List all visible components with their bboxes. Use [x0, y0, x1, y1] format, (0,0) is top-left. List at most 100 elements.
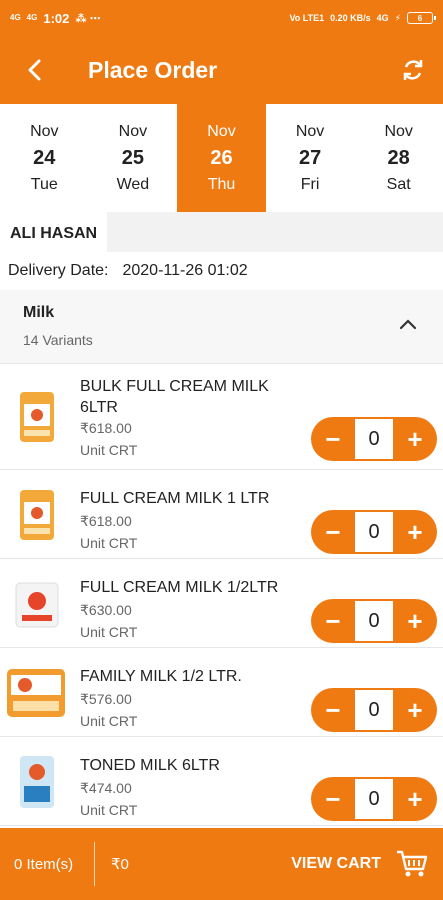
product-price: ₹618.00 [80, 420, 132, 436]
list-item: TONED MILK 6LTR ₹474.00 Unit CRT − 0 + [0, 737, 443, 826]
cart-total: ₹0 [111, 856, 129, 873]
refresh-icon [403, 60, 423, 80]
battery-icon: 6 [407, 12, 436, 24]
quantity-input[interactable]: 0 [355, 419, 393, 459]
decrement-button[interactable]: − [311, 510, 355, 554]
signal-indicator-2: 4G [26, 13, 38, 22]
product-unit: Unit CRT [80, 535, 138, 551]
product-price: ₹576.00 [80, 691, 132, 707]
net-speed: 0.20 KB/s [330, 13, 371, 23]
customer-name: ALI HASAN [0, 212, 108, 252]
date-weekday: Thu [207, 175, 236, 193]
product-image [8, 388, 66, 446]
clock: 1:02 [43, 10, 70, 26]
decrement-button[interactable]: − [311, 599, 355, 643]
app-bar: Place Order [0, 36, 443, 104]
cart-bar: 0 Item(s) ₹0 VIEW CART [0, 828, 443, 900]
quantity-input[interactable]: 0 [355, 601, 393, 641]
battery-level: 6 [417, 13, 423, 23]
category-header-milk[interactable]: Milk 14 Variants [0, 290, 443, 364]
date-month: Nov [118, 122, 148, 140]
signal-indicator: 4G [10, 13, 21, 22]
date-day: 24 [33, 146, 56, 169]
notification-icons: ⁂ ⋯ [75, 12, 101, 25]
quantity-stepper: − 0 + [311, 688, 437, 732]
category-variant-count: 14 Variants [23, 332, 93, 348]
date-tab-28[interactable]: Nov 28 Sat [354, 104, 443, 212]
list-item: FAMILY MILK 1/2 LTR. ₹576.00 Unit CRT − … [0, 648, 443, 737]
date-month: Nov [30, 122, 59, 140]
product-price: ₹630.00 [80, 602, 132, 618]
quantity-input[interactable]: 0 [355, 512, 393, 552]
delivery-date-row: Delivery Date: 2020-11-26 01:02 [0, 252, 443, 290]
cart-item-count: 0 Item(s) [14, 855, 74, 873]
date-weekday: Tue [30, 175, 58, 193]
refresh-button[interactable] [383, 36, 443, 104]
increment-button[interactable]: + [393, 777, 437, 821]
date-tab-25[interactable]: Nov 25 Wed [89, 104, 178, 212]
view-cart-label: VIEW CART [291, 855, 381, 872]
increment-button[interactable]: + [393, 510, 437, 554]
decrement-button[interactable]: − [311, 688, 355, 732]
date-month: Nov [295, 122, 325, 140]
product-name: BULK FULL CREAM MILK 6LTR [80, 378, 269, 416]
product-unit: Unit CRT [80, 624, 138, 640]
date-weekday: Wed [116, 175, 150, 193]
charging-icon: ⚡ [394, 12, 401, 23]
increment-button[interactable]: + [393, 599, 437, 643]
delivery-date-value: 2020-11-26 01:02 [122, 262, 248, 279]
product-image [8, 753, 66, 811]
network-type: 4G [376, 13, 389, 23]
increment-button[interactable]: + [393, 688, 437, 732]
quantity-stepper: − 0 + [311, 777, 437, 821]
product-name: FAMILY MILK 1/2 LTR. [80, 668, 242, 685]
quantity-stepper: − 0 + [311, 510, 437, 554]
view-cart-button[interactable]: VIEW CART [291, 849, 443, 879]
date-weekday: Sat [386, 175, 411, 193]
date-day: 28 [387, 146, 410, 169]
chevron-up-icon[interactable] [399, 318, 417, 330]
page-title: Place Order [88, 56, 218, 83]
cart-icon [397, 850, 428, 877]
date-day: 25 [121, 146, 145, 169]
delivery-date-label: Delivery Date: [8, 262, 109, 279]
date-weekday: Fri [300, 175, 320, 193]
product-image [8, 486, 66, 544]
date-tab-24[interactable]: Nov 24 Tue [0, 104, 89, 212]
product-unit: Unit CRT [80, 442, 138, 458]
date-day: 27 [298, 146, 322, 169]
status-bar: 4G 4G 1:02 ⁂ ⋯ Vo LTE1 0.20 KB/s 4G ⚡ 6 [0, 0, 443, 36]
quantity-input[interactable]: 0 [355, 690, 393, 730]
product-list: BULK FULL CREAM MILK 6LTR ₹618.00 Unit C… [0, 364, 443, 826]
customer-row: ALI HASAN [0, 212, 443, 252]
category-name: Milk [23, 304, 55, 321]
product-unit: Unit CRT [80, 713, 138, 729]
product-price: ₹618.00 [80, 513, 132, 529]
back-button[interactable] [0, 36, 70, 104]
date-month: Nov [207, 122, 236, 140]
date-month: Nov [384, 122, 413, 140]
quantity-stepper: − 0 + [311, 417, 437, 461]
product-image [4, 664, 68, 722]
divider [94, 842, 95, 886]
list-item: FULL CREAM MILK 1 LTR ₹618.00 Unit CRT −… [0, 470, 443, 559]
date-selector: Nov 24 Tue Nov 25 Wed Nov 26 Thu Nov 27 … [0, 104, 443, 212]
quantity-stepper: − 0 + [311, 599, 437, 643]
date-tab-26-selected[interactable]: Nov 26 Thu [177, 104, 266, 212]
back-arrow-icon [28, 59, 41, 81]
date-tab-27[interactable]: Nov 27 Fri [266, 104, 355, 212]
product-image [8, 575, 66, 633]
product-unit: Unit CRT [80, 802, 138, 818]
list-item: FULL CREAM MILK 1/2LTR ₹630.00 Unit CRT … [0, 559, 443, 648]
increment-button[interactable]: + [393, 417, 437, 461]
volte-indicator: Vo LTE1 [289, 13, 325, 23]
quantity-input[interactable]: 0 [355, 779, 393, 819]
product-name: FULL CREAM MILK 1 LTR [80, 490, 270, 507]
product-name: TONED MILK 6LTR [80, 757, 220, 774]
list-item: BULK FULL CREAM MILK 6LTR ₹618.00 Unit C… [0, 364, 443, 470]
decrement-button[interactable]: − [311, 777, 355, 821]
product-name: FULL CREAM MILK 1/2LTR [80, 579, 279, 596]
date-day: 26 [210, 146, 233, 169]
decrement-button[interactable]: − [311, 417, 355, 461]
product-price: ₹474.00 [80, 780, 132, 796]
